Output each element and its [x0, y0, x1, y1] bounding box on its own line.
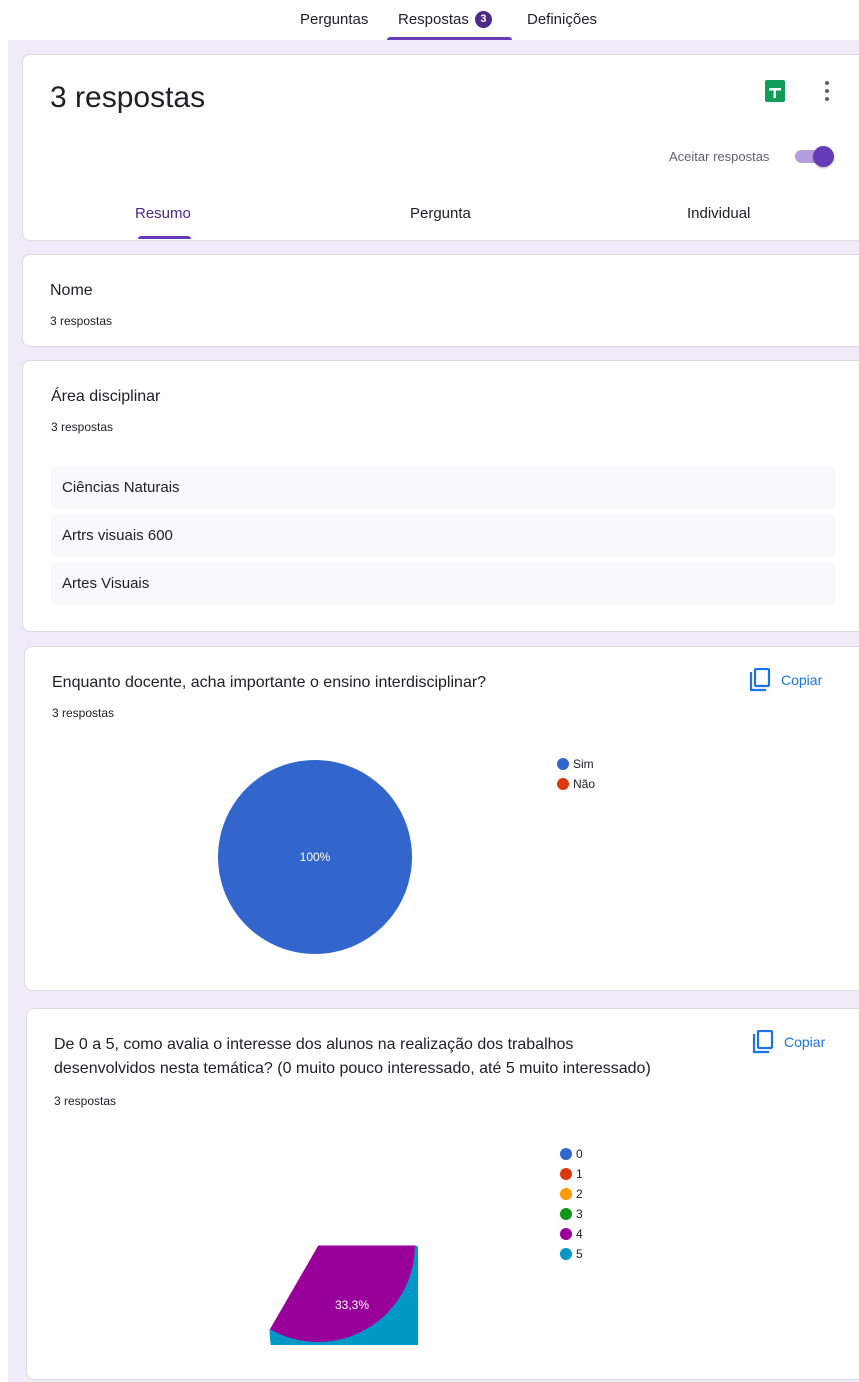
response-count: 3 respostas: [50, 314, 113, 328]
question-card-interesse-alunos: De 0 a 5, como avalia o interesse dos al…: [26, 1008, 859, 1380]
legend-item-sim: Sim: [557, 757, 595, 771]
response-count: 3 respostas: [54, 1094, 117, 1108]
legend-item-1: 1: [560, 1167, 583, 1181]
legend-swatch: [560, 1248, 572, 1260]
active-subtab-indicator: [138, 236, 191, 239]
question-title: Nome: [50, 282, 93, 299]
subtab-individual[interactable]: Individual: [687, 205, 750, 222]
legend-label: Não: [573, 777, 596, 791]
pie-chart-interdisciplinar: 100%: [218, 760, 412, 954]
responses-summary-card: 3 respostas Aceitar respostas Resumo Per…: [22, 54, 859, 241]
pie-label-sim: 100%: [300, 850, 331, 864]
copy-label: Copiar: [781, 672, 823, 688]
chart-legend: Sim Não: [557, 757, 595, 797]
copy-chart-button[interactable]: Copiar: [752, 1030, 825, 1054]
accept-responses-label: Aceitar respostas: [669, 149, 770, 164]
pie-label-5: 66,7%: [265, 1180, 299, 1194]
legend-swatch: [560, 1208, 572, 1220]
legend-label: 5: [576, 1247, 583, 1261]
legend-label: 4: [576, 1227, 583, 1241]
copy-icon: [749, 668, 771, 692]
chart-legend: 0 1 2 3 4 5: [560, 1147, 583, 1268]
accept-responses-toggle[interactable]: [793, 145, 837, 167]
toggle-thumb: [813, 146, 834, 167]
response-count: 3 respostas: [52, 706, 115, 720]
legend-label: 3: [576, 1207, 583, 1221]
google-sheets-icon[interactable]: [765, 80, 785, 102]
subtab-resumo[interactable]: Resumo: [135, 205, 191, 222]
response-count-badge: 3: [474, 11, 492, 28]
more-vert-icon[interactable]: [823, 79, 831, 103]
answer-row: Ciências Naturais: [51, 466, 835, 509]
question-title-line1: De 0 a 5, como avalia o interesse dos al…: [54, 1036, 574, 1053]
legend-item-0: 0: [560, 1147, 583, 1161]
tab-respostas-label: Respostas: [398, 11, 469, 28]
legend-swatch: [560, 1148, 572, 1160]
answer-row: Artrs visuais 600: [51, 514, 835, 557]
legend-item-2: 2: [560, 1187, 583, 1201]
copy-label: Copiar: [784, 1034, 826, 1050]
pie-label-4: 33,3%: [335, 1298, 369, 1312]
tab-respostas[interactable]: Respostas 3: [398, 0, 492, 40]
legend-swatch: [560, 1168, 572, 1180]
legend-swatch: [560, 1188, 572, 1200]
top-navigation: Perguntas Respostas 3 Definições: [0, 0, 859, 40]
legend-label: Sim: [573, 757, 594, 771]
legend-item-3: 3: [560, 1207, 583, 1221]
question-card-interdisciplinar: Enquanto docente, acha importante o ensi…: [24, 646, 859, 991]
legend-item-4: 4: [560, 1227, 583, 1241]
question-card-area-disciplinar: Área disciplinar 3 respostas Ciências Na…: [22, 360, 859, 632]
legend-label: 1: [576, 1167, 583, 1181]
copy-chart-button[interactable]: Copiar: [749, 668, 822, 692]
tab-definicoes[interactable]: Definições: [527, 0, 597, 40]
responses-title: 3 respostas: [50, 81, 206, 114]
question-title: Área disciplinar: [51, 388, 161, 405]
legend-swatch: [557, 758, 569, 770]
legend-swatch: [560, 1228, 572, 1240]
answer-row: Artes Visuais: [51, 562, 835, 605]
subtab-pergunta[interactable]: Pergunta: [410, 205, 471, 222]
response-count: 3 respostas: [51, 420, 114, 434]
legend-swatch: [557, 778, 569, 790]
question-title: De 0 a 5, como avalia o interesse dos al…: [54, 1033, 651, 1081]
question-card-nome: Nome 3 respostas: [22, 254, 859, 347]
question-title-line2: desenvolvidos nesta temática? (0 muito p…: [54, 1060, 651, 1077]
question-title: Enquanto docente, acha importante o ensi…: [52, 674, 487, 691]
copy-icon: [752, 1030, 774, 1054]
pie-chart-interesse: 66,7% 33,3%: [265, 1180, 418, 1345]
legend-item-5: 5: [560, 1247, 583, 1261]
legend-item-nao: Não: [557, 777, 595, 791]
legend-label: 2: [576, 1187, 583, 1201]
tab-perguntas[interactable]: Perguntas: [300, 0, 368, 40]
legend-label: 0: [576, 1147, 583, 1161]
